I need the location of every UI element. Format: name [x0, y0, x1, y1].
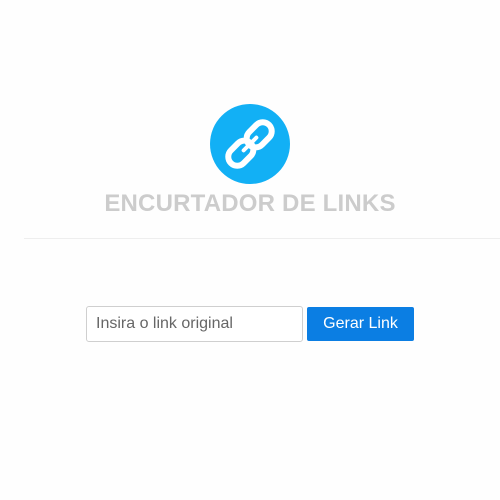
- chain-link-icon: [210, 104, 290, 184]
- header-divider: [24, 238, 500, 239]
- page-title: ENCURTADOR DE LINKS: [104, 190, 396, 217]
- original-link-input[interactable]: [86, 306, 303, 342]
- shortener-page: ENCURTADOR DE LINKS Gerar Link: [0, 0, 500, 500]
- generate-link-button[interactable]: Gerar Link: [307, 307, 414, 341]
